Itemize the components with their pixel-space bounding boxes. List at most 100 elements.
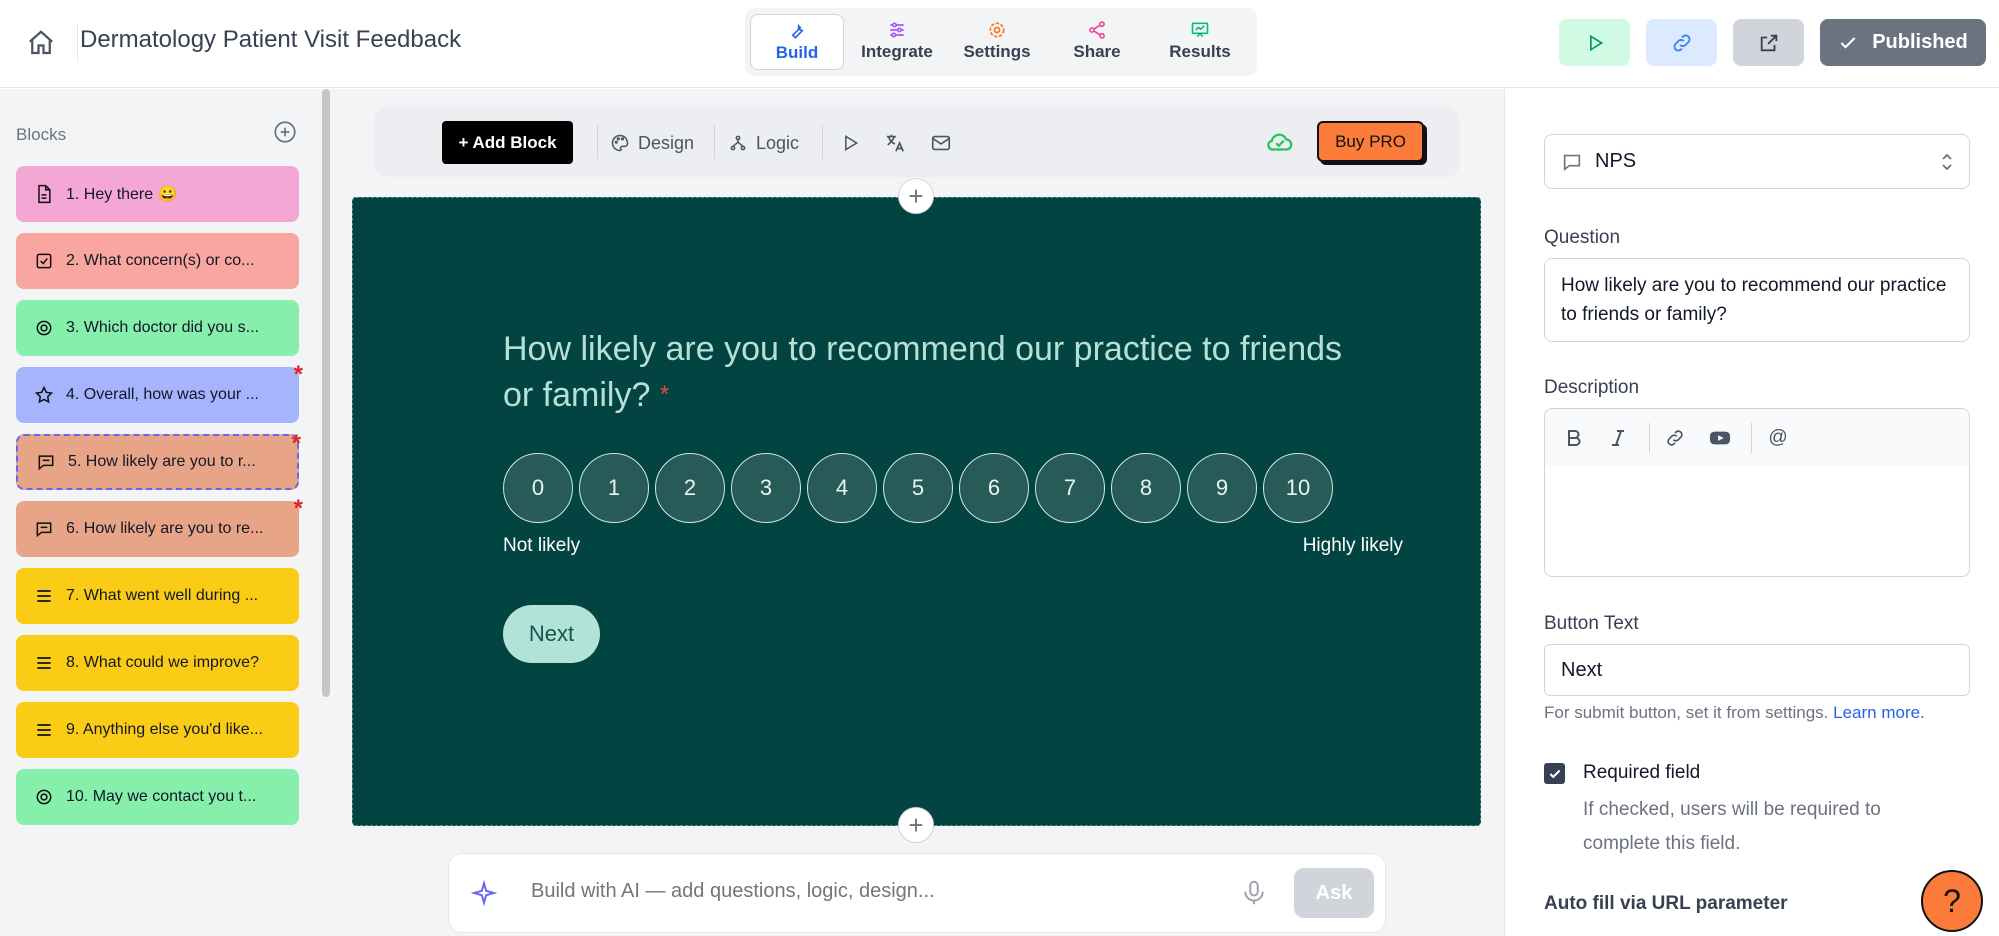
tab-label: Integrate [861, 42, 933, 61]
sidebar-block-label: 3. Which doctor did you s... [66, 319, 259, 336]
sliders-icon [890, 22, 904, 38]
wrench-icon [791, 23, 804, 39]
tab-results[interactable]: Results [1153, 14, 1247, 70]
sidebar-block-label: 8. What could we improve? [66, 654, 259, 671]
button-text-label: Button Text [1544, 613, 1639, 634]
ai-builder-bar: Ask [448, 853, 1386, 933]
translate-button[interactable] [884, 123, 906, 163]
question-preview-card: How likely are you to recommend our prac… [352, 197, 1481, 826]
check-icon [1549, 769, 1560, 778]
published-button[interactable]: Published [1820, 19, 1986, 66]
sidebar-block-label: 7. What went well during ... [66, 587, 259, 604]
sidebar-scrollbar[interactable] [322, 89, 330, 697]
logic-button[interactable]: Logic [728, 123, 799, 163]
sidebar-block-label: 9. Anything else you'd like... [66, 721, 263, 738]
sidebar-block-item[interactable]: 9. Anything else you'd like... [16, 702, 299, 758]
nps-option[interactable]: 2 [655, 453, 725, 523]
sidebar-block-item[interactable]: 2. What concern(s) or co... [16, 233, 299, 289]
tab-integrate[interactable]: Integrate [850, 14, 944, 70]
buy-pro-button[interactable]: Buy PRO [1317, 121, 1424, 162]
sidebar-block-label: 1. Hey there 😀 [66, 186, 178, 203]
sidebar-block-item[interactable]: 7. What went well during ... [16, 568, 299, 624]
nps-option[interactable]: 0 [503, 453, 573, 523]
toolbar-divider [822, 125, 823, 159]
lines-icon [34, 653, 54, 673]
sidebar-block-item[interactable]: 5. How likely are you to r... * [16, 430, 301, 490]
nps-option[interactable]: 5 [883, 453, 953, 523]
question-textarea[interactable]: How likely are you to recommend our prac… [1544, 258, 1970, 342]
description-label: Description [1544, 377, 1640, 398]
tab-share[interactable]: Share [1050, 14, 1144, 70]
bold-icon[interactable] [1561, 425, 1587, 451]
blocks-sidebar: Blocks 1. Hey there 😀 2. What concern(s) … [0, 89, 340, 936]
tab-label: Build [775, 43, 819, 62]
sidebar-block-item[interactable]: 4. Overall, how was your ... * [16, 361, 303, 423]
email-button[interactable] [930, 123, 952, 163]
nps-option[interactable]: 8 [1111, 453, 1181, 523]
sparkle-icon [470, 879, 498, 907]
sidebar-block-item[interactable]: 3. Which doctor did you s... [16, 300, 299, 356]
copy-link-button[interactable] [1646, 19, 1717, 66]
home-icon[interactable] [26, 28, 56, 58]
external-link-icon [1760, 34, 1777, 51]
ask-button[interactable]: Ask [1294, 868, 1374, 918]
tab-settings[interactable]: Settings [950, 14, 1044, 70]
nps-option[interactable]: 3 [731, 453, 801, 523]
block-type-select[interactable]: NPS [1544, 134, 1970, 189]
description-editor[interactable]: @ [1544, 408, 1970, 577]
youtube-icon[interactable] [1707, 425, 1733, 451]
required-checkbox[interactable] [1544, 763, 1565, 784]
chart-board-icon [1191, 22, 1209, 38]
microphone-icon[interactable] [1239, 878, 1269, 908]
published-label: Published [1872, 31, 1968, 53]
logic-icon [730, 135, 746, 151]
required-field-label: Required field [1583, 762, 1701, 783]
play-icon [845, 134, 859, 152]
nps-option[interactable]: 7 [1035, 453, 1105, 523]
mention-icon[interactable]: @ [1765, 425, 1791, 451]
block-type-value: NPS [1595, 150, 1637, 172]
cloud-saved-icon [1264, 127, 1296, 157]
nps-option[interactable]: 9 [1187, 453, 1257, 523]
sidebar-block-item[interactable]: 10. May we contact you t... [16, 769, 299, 825]
preview-button[interactable] [1559, 19, 1630, 66]
canvas-toolbar: + Add Block Design Logic Buy PRO [374, 107, 1460, 177]
nps-option[interactable]: 6 [959, 453, 1029, 523]
sidebar-block-item[interactable]: 6. How likely are you to re... * [16, 495, 303, 557]
preview-play-button[interactable] [840, 123, 860, 163]
autofill-label: Auto fill via URL parameter [1544, 893, 1788, 914]
document-icon [34, 184, 54, 204]
toolbar-divider [1649, 423, 1650, 453]
question-title: How likely are you to recommend our prac… [503, 326, 1343, 418]
open-external-button[interactable] [1733, 19, 1804, 66]
nps-option[interactable]: 4 [807, 453, 877, 523]
insert-above-button[interactable]: + [898, 178, 934, 214]
insert-below-button[interactable]: + [898, 807, 934, 843]
nps-option[interactable]: 10 [1263, 453, 1333, 523]
add-block-button[interactable]: + Add Block [442, 121, 573, 164]
tab-label: Results [1169, 42, 1231, 61]
learn-more-link[interactable]: Learn more. [1833, 703, 1925, 722]
next-button[interactable]: Next [503, 605, 600, 663]
link-icon[interactable] [1662, 425, 1688, 451]
design-button[interactable]: Design [610, 123, 694, 163]
logic-label: Logic [756, 132, 800, 153]
help-button[interactable]: ? [1921, 870, 1983, 932]
sidebar-block-label: 2. What concern(s) or co... [66, 252, 255, 269]
checkbox-icon [34, 251, 54, 271]
italic-icon[interactable] [1605, 425, 1631, 451]
button-text-input[interactable]: Next [1544, 644, 1970, 696]
sidebar-block-item[interactable]: 1. Hey there 😀 [16, 166, 299, 222]
sidebar-block-item[interactable]: 8. What could we improve? [16, 635, 299, 691]
top-bar: Dermatology Patient Visit Feedback Build… [0, 0, 1999, 88]
tab-label: Settings [963, 42, 1031, 61]
tab-label: Share [1073, 42, 1121, 61]
nps-option[interactable]: 1 [579, 453, 649, 523]
star-icon [34, 385, 54, 405]
add-circle-icon[interactable] [272, 119, 298, 145]
link-icon [1673, 34, 1690, 51]
tab-build[interactable]: Build [750, 14, 844, 70]
ai-prompt-input[interactable] [531, 880, 1191, 903]
toolbar-divider [597, 125, 598, 159]
question-label: Question [1544, 227, 1621, 248]
